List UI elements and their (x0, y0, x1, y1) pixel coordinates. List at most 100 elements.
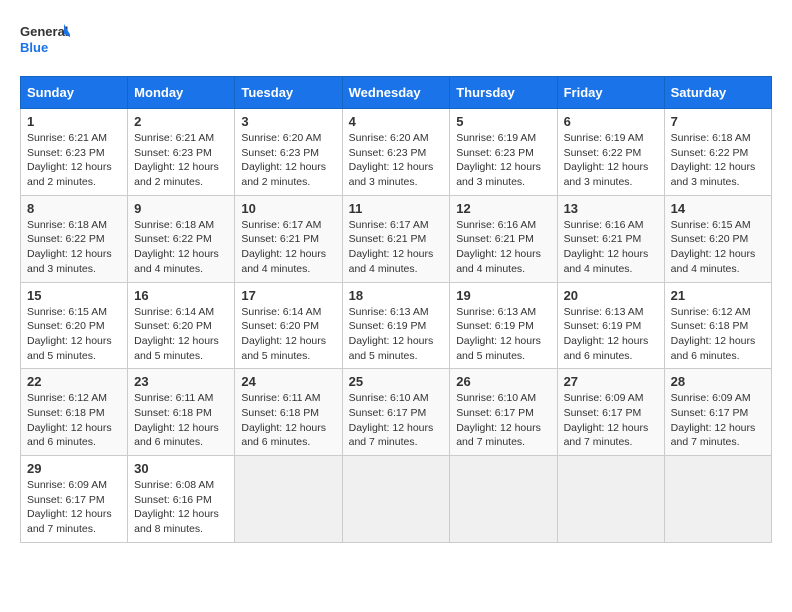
day-number: 1 (27, 114, 121, 129)
calendar-week-row: 8 Sunrise: 6:18 AMSunset: 6:22 PMDayligh… (21, 195, 772, 282)
day-info: Sunrise: 6:11 AMSunset: 6:18 PMDaylight:… (241, 391, 335, 450)
day-number: 19 (456, 288, 550, 303)
day-number: 28 (671, 374, 765, 389)
calendar-cell: 12 Sunrise: 6:16 AMSunset: 6:21 PMDaylig… (450, 195, 557, 282)
day-info: Sunrise: 6:19 AMSunset: 6:22 PMDaylight:… (564, 131, 658, 190)
col-header-monday: Monday (128, 77, 235, 109)
calendar-cell: 3 Sunrise: 6:20 AMSunset: 6:23 PMDayligh… (235, 109, 342, 196)
calendar-table: SundayMondayTuesdayWednesdayThursdayFrid… (20, 76, 772, 543)
day-info: Sunrise: 6:12 AMSunset: 6:18 PMDaylight:… (27, 391, 121, 450)
day-number: 7 (671, 114, 765, 129)
calendar-week-row: 22 Sunrise: 6:12 AMSunset: 6:18 PMDaylig… (21, 369, 772, 456)
day-number: 5 (456, 114, 550, 129)
day-info: Sunrise: 6:11 AMSunset: 6:18 PMDaylight:… (134, 391, 228, 450)
day-number: 22 (27, 374, 121, 389)
day-number: 3 (241, 114, 335, 129)
col-header-saturday: Saturday (664, 77, 771, 109)
calendar-cell: 26 Sunrise: 6:10 AMSunset: 6:17 PMDaylig… (450, 369, 557, 456)
day-info: Sunrise: 6:17 AMSunset: 6:21 PMDaylight:… (349, 218, 444, 277)
day-info: Sunrise: 6:14 AMSunset: 6:20 PMDaylight:… (134, 305, 228, 364)
day-number: 11 (349, 201, 444, 216)
day-info: Sunrise: 6:13 AMSunset: 6:19 PMDaylight:… (456, 305, 550, 364)
day-info: Sunrise: 6:09 AMSunset: 6:17 PMDaylight:… (671, 391, 765, 450)
day-info: Sunrise: 6:20 AMSunset: 6:23 PMDaylight:… (349, 131, 444, 190)
calendar-cell: 7 Sunrise: 6:18 AMSunset: 6:22 PMDayligh… (664, 109, 771, 196)
calendar-cell: 28 Sunrise: 6:09 AMSunset: 6:17 PMDaylig… (664, 369, 771, 456)
day-info: Sunrise: 6:08 AMSunset: 6:16 PMDaylight:… (134, 478, 228, 537)
day-info: Sunrise: 6:09 AMSunset: 6:17 PMDaylight:… (564, 391, 658, 450)
day-info: Sunrise: 6:10 AMSunset: 6:17 PMDaylight:… (456, 391, 550, 450)
day-number: 25 (349, 374, 444, 389)
day-info: Sunrise: 6:19 AMSunset: 6:23 PMDaylight:… (456, 131, 550, 190)
day-number: 6 (564, 114, 658, 129)
calendar-cell: 9 Sunrise: 6:18 AMSunset: 6:22 PMDayligh… (128, 195, 235, 282)
day-info: Sunrise: 6:18 AMSunset: 6:22 PMDaylight:… (27, 218, 121, 277)
calendar-cell: 20 Sunrise: 6:13 AMSunset: 6:19 PMDaylig… (557, 282, 664, 369)
calendar-cell: 22 Sunrise: 6:12 AMSunset: 6:18 PMDaylig… (21, 369, 128, 456)
svg-text:Blue: Blue (20, 40, 48, 55)
col-header-friday: Friday (557, 77, 664, 109)
calendar-cell (557, 456, 664, 543)
day-number: 15 (27, 288, 121, 303)
day-info: Sunrise: 6:16 AMSunset: 6:21 PMDaylight:… (456, 218, 550, 277)
day-number: 2 (134, 114, 228, 129)
calendar-cell: 21 Sunrise: 6:12 AMSunset: 6:18 PMDaylig… (664, 282, 771, 369)
day-info: Sunrise: 6:12 AMSunset: 6:18 PMDaylight:… (671, 305, 765, 364)
day-number: 21 (671, 288, 765, 303)
day-number: 17 (241, 288, 335, 303)
calendar-week-row: 15 Sunrise: 6:15 AMSunset: 6:20 PMDaylig… (21, 282, 772, 369)
day-number: 4 (349, 114, 444, 129)
day-info: Sunrise: 6:15 AMSunset: 6:20 PMDaylight:… (671, 218, 765, 277)
day-number: 30 (134, 461, 228, 476)
calendar-cell: 2 Sunrise: 6:21 AMSunset: 6:23 PMDayligh… (128, 109, 235, 196)
calendar-cell: 24 Sunrise: 6:11 AMSunset: 6:18 PMDaylig… (235, 369, 342, 456)
day-number: 20 (564, 288, 658, 303)
calendar-cell (235, 456, 342, 543)
day-number: 26 (456, 374, 550, 389)
col-header-sunday: Sunday (21, 77, 128, 109)
day-info: Sunrise: 6:18 AMSunset: 6:22 PMDaylight:… (134, 218, 228, 277)
day-number: 12 (456, 201, 550, 216)
day-number: 23 (134, 374, 228, 389)
day-info: Sunrise: 6:21 AMSunset: 6:23 PMDaylight:… (134, 131, 228, 190)
day-info: Sunrise: 6:13 AMSunset: 6:19 PMDaylight:… (564, 305, 658, 364)
calendar-cell: 19 Sunrise: 6:13 AMSunset: 6:19 PMDaylig… (450, 282, 557, 369)
calendar-cell: 27 Sunrise: 6:09 AMSunset: 6:17 PMDaylig… (557, 369, 664, 456)
day-info: Sunrise: 6:20 AMSunset: 6:23 PMDaylight:… (241, 131, 335, 190)
calendar-cell: 23 Sunrise: 6:11 AMSunset: 6:18 PMDaylig… (128, 369, 235, 456)
calendar-cell: 10 Sunrise: 6:17 AMSunset: 6:21 PMDaylig… (235, 195, 342, 282)
calendar-week-row: 29 Sunrise: 6:09 AMSunset: 6:17 PMDaylig… (21, 456, 772, 543)
calendar-cell: 14 Sunrise: 6:15 AMSunset: 6:20 PMDaylig… (664, 195, 771, 282)
day-number: 29 (27, 461, 121, 476)
calendar-week-row: 1 Sunrise: 6:21 AMSunset: 6:23 PMDayligh… (21, 109, 772, 196)
calendar-cell: 6 Sunrise: 6:19 AMSunset: 6:22 PMDayligh… (557, 109, 664, 196)
calendar-cell (664, 456, 771, 543)
day-info: Sunrise: 6:10 AMSunset: 6:17 PMDaylight:… (349, 391, 444, 450)
day-number: 13 (564, 201, 658, 216)
calendar-header-row: SundayMondayTuesdayWednesdayThursdayFrid… (21, 77, 772, 109)
calendar-cell: 25 Sunrise: 6:10 AMSunset: 6:17 PMDaylig… (342, 369, 450, 456)
calendar-cell: 1 Sunrise: 6:21 AMSunset: 6:23 PMDayligh… (21, 109, 128, 196)
calendar-cell: 11 Sunrise: 6:17 AMSunset: 6:21 PMDaylig… (342, 195, 450, 282)
day-info: Sunrise: 6:15 AMSunset: 6:20 PMDaylight:… (27, 305, 121, 364)
calendar-cell: 15 Sunrise: 6:15 AMSunset: 6:20 PMDaylig… (21, 282, 128, 369)
calendar-cell: 16 Sunrise: 6:14 AMSunset: 6:20 PMDaylig… (128, 282, 235, 369)
day-number: 16 (134, 288, 228, 303)
col-header-wednesday: Wednesday (342, 77, 450, 109)
day-number: 9 (134, 201, 228, 216)
calendar-cell: 8 Sunrise: 6:18 AMSunset: 6:22 PMDayligh… (21, 195, 128, 282)
calendar-cell: 17 Sunrise: 6:14 AMSunset: 6:20 PMDaylig… (235, 282, 342, 369)
day-number: 8 (27, 201, 121, 216)
calendar-cell: 18 Sunrise: 6:13 AMSunset: 6:19 PMDaylig… (342, 282, 450, 369)
day-number: 18 (349, 288, 444, 303)
day-info: Sunrise: 6:09 AMSunset: 6:17 PMDaylight:… (27, 478, 121, 537)
day-info: Sunrise: 6:14 AMSunset: 6:20 PMDaylight:… (241, 305, 335, 364)
col-header-thursday: Thursday (450, 77, 557, 109)
day-number: 14 (671, 201, 765, 216)
day-info: Sunrise: 6:17 AMSunset: 6:21 PMDaylight:… (241, 218, 335, 277)
calendar-cell: 4 Sunrise: 6:20 AMSunset: 6:23 PMDayligh… (342, 109, 450, 196)
calendar-cell: 5 Sunrise: 6:19 AMSunset: 6:23 PMDayligh… (450, 109, 557, 196)
col-header-tuesday: Tuesday (235, 77, 342, 109)
calendar-cell (450, 456, 557, 543)
day-info: Sunrise: 6:16 AMSunset: 6:21 PMDaylight:… (564, 218, 658, 277)
